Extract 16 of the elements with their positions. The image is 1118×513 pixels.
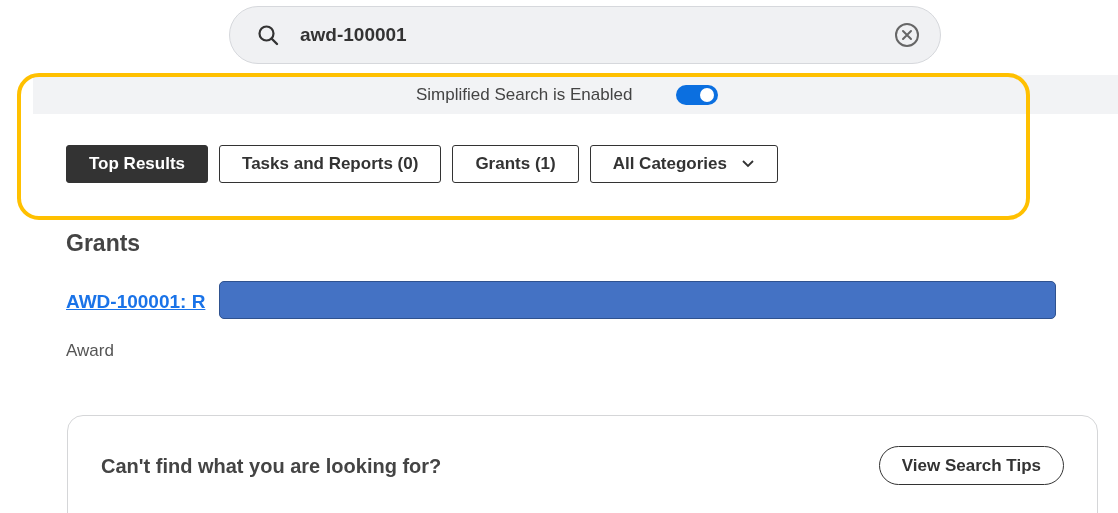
clear-icon[interactable] [894, 22, 920, 48]
result-type: Award [66, 341, 115, 361]
search-icon [256, 23, 280, 47]
simplified-search-label: Simplified Search is Enabled [416, 84, 633, 105]
filter-tab[interactable]: Grants (1) [452, 145, 579, 183]
search-tips-button[interactable]: View Search Tips [878, 446, 1064, 485]
result-link[interactable]: AWD-100001: R [66, 291, 206, 312]
category-dropdown[interactable]: All Categories [589, 145, 778, 183]
filter-tab[interactable]: Tasks and Reports (0) [219, 145, 442, 183]
help-text: Can't find what you are looking for? [101, 455, 442, 478]
filter-tab[interactable]: Top Results [66, 145, 209, 183]
caret-icon [741, 159, 755, 169]
toggle-switch[interactable] [676, 84, 719, 105]
search-input[interactable]: awd-100001 [300, 24, 874, 46]
section-heading: Grants [66, 230, 142, 257]
search-field[interactable]: awd-100001 [229, 6, 941, 64]
